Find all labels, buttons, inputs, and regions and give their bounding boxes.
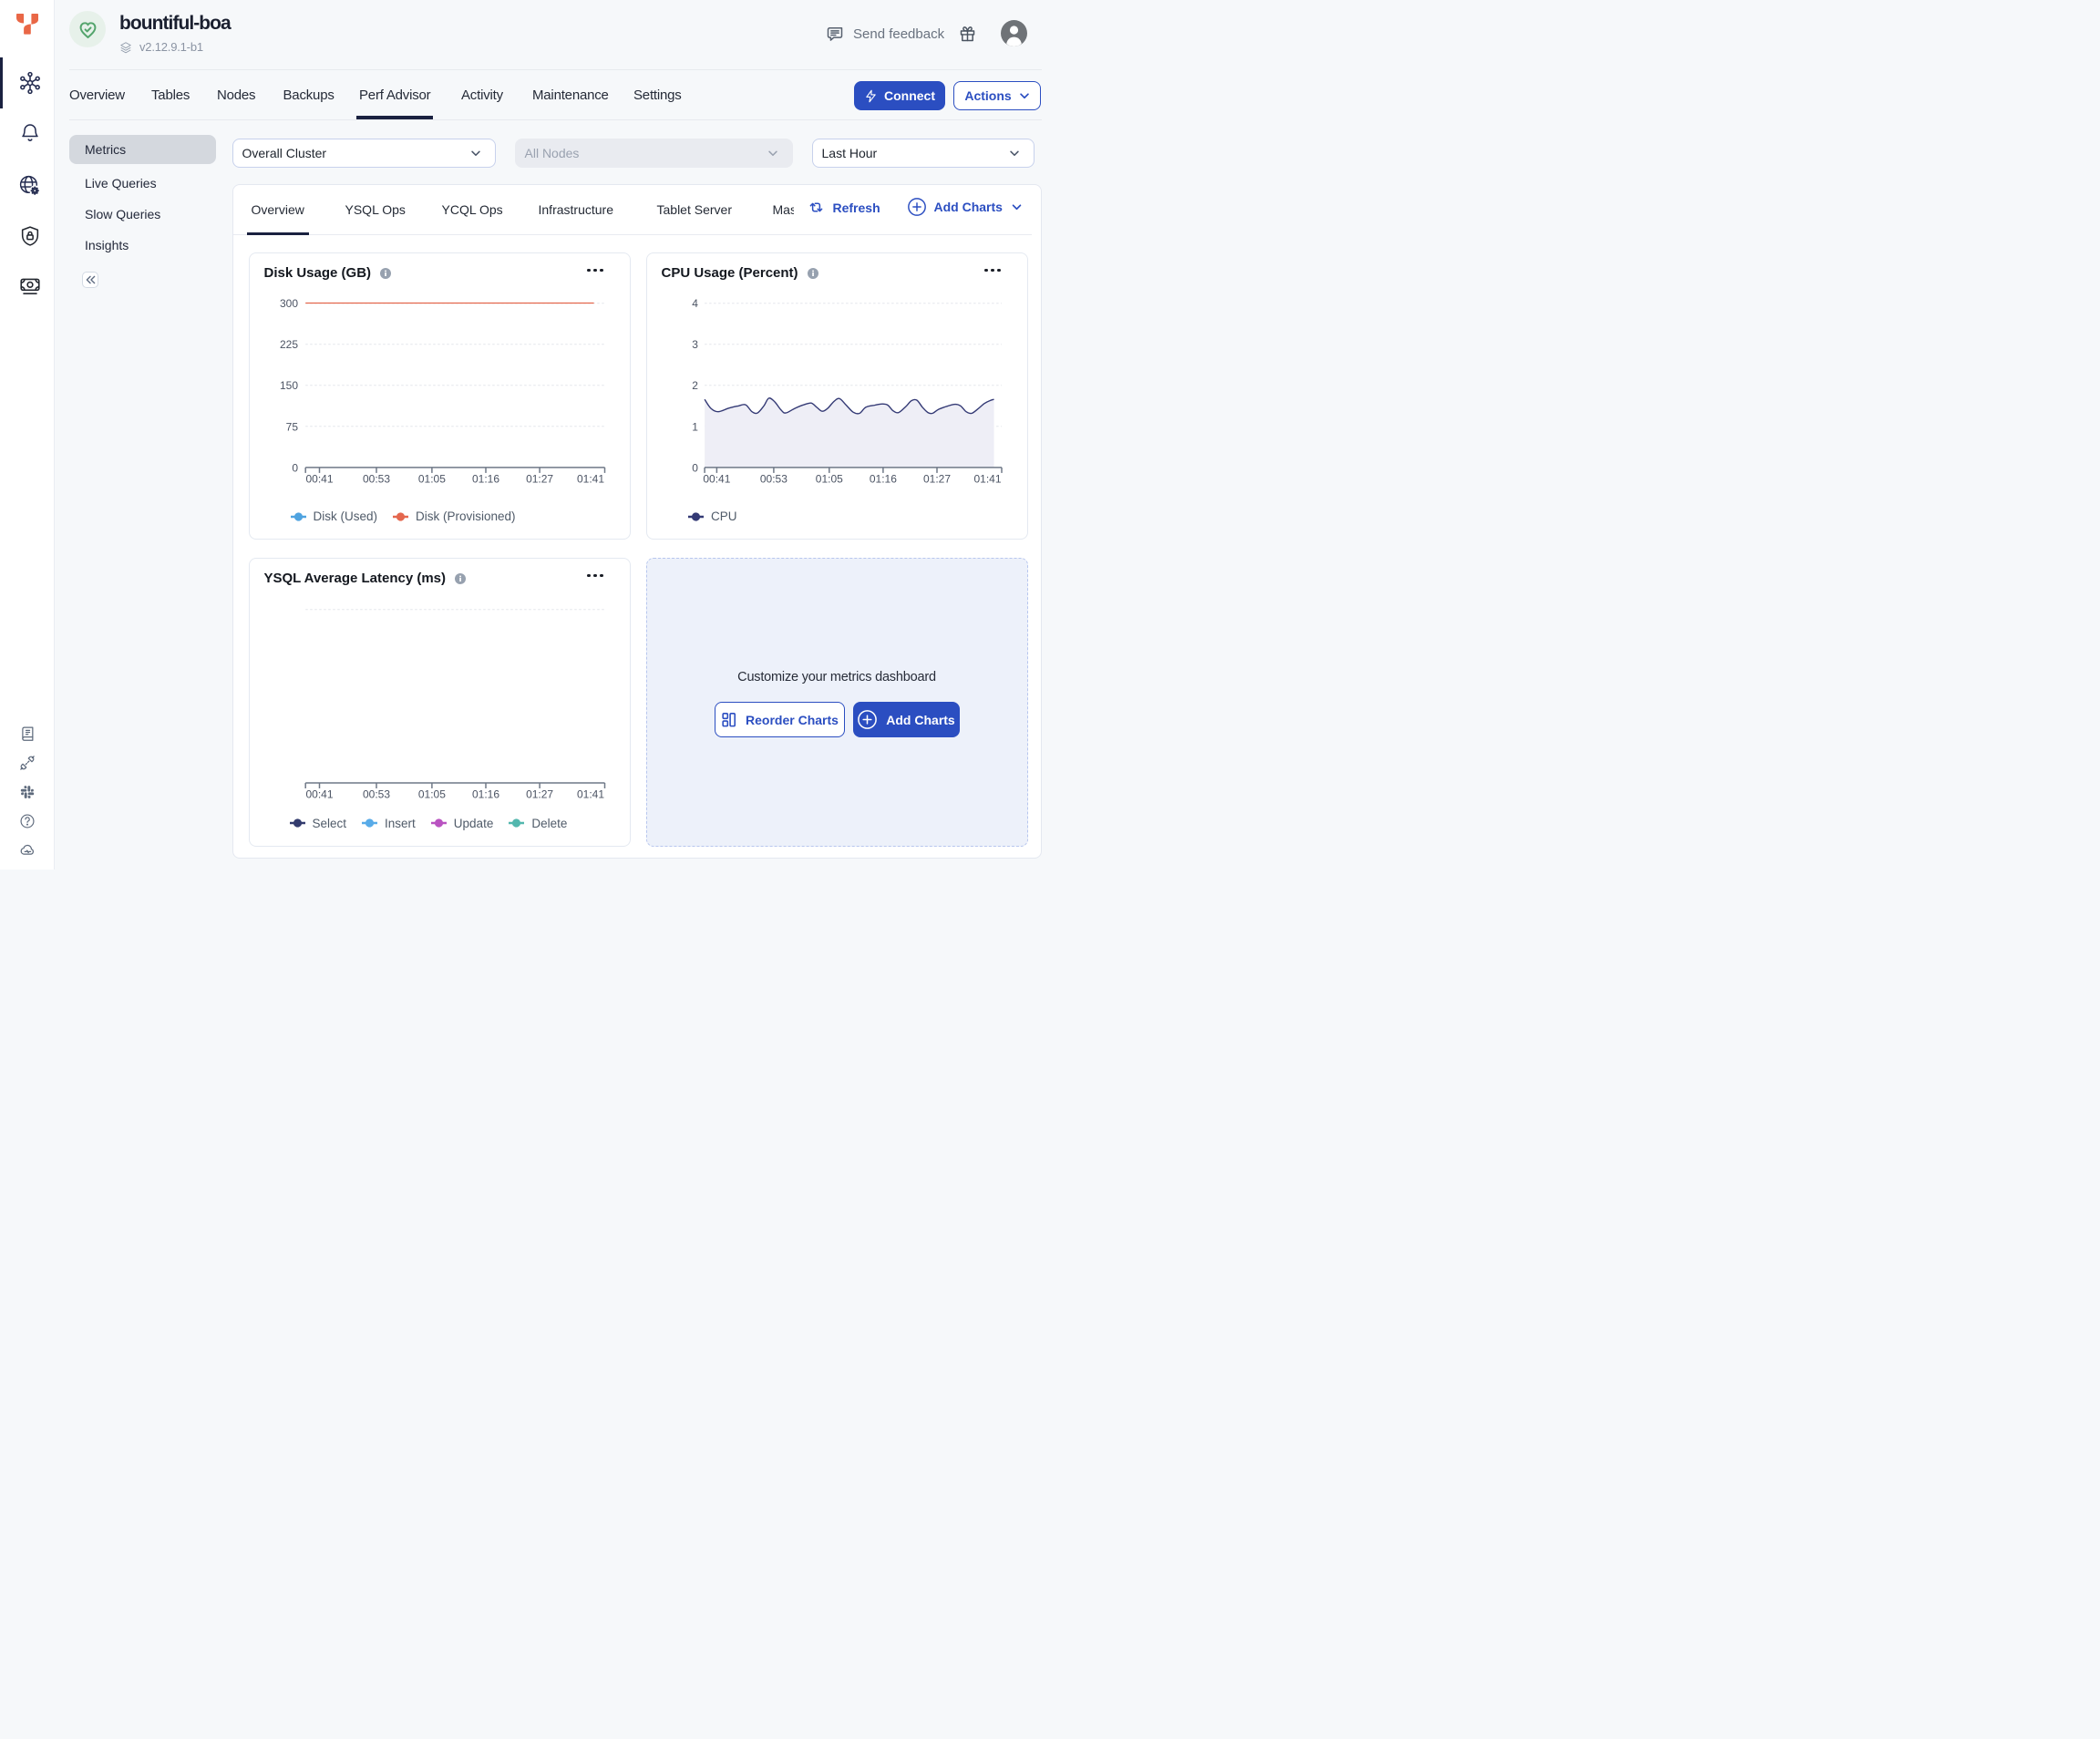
svg-text:01:05: 01:05 <box>417 788 445 801</box>
svg-text:01:27: 01:27 <box>922 472 950 485</box>
svg-text:3: 3 <box>692 338 698 351</box>
svg-text:75: 75 <box>285 420 298 433</box>
svg-text:01:27: 01:27 <box>526 788 553 801</box>
svg-text:01:05: 01:05 <box>815 472 842 485</box>
svg-text:00:41: 00:41 <box>305 788 333 801</box>
svg-text:01:41: 01:41 <box>576 472 603 485</box>
svg-text:01:16: 01:16 <box>471 472 499 485</box>
svg-text:1: 1 <box>692 420 698 433</box>
svg-text:4: 4 <box>692 297 698 310</box>
svg-text:01:41: 01:41 <box>973 472 1001 485</box>
svg-text:01:41: 01:41 <box>576 788 603 801</box>
svg-text:01:27: 01:27 <box>526 472 553 485</box>
svg-text:01:05: 01:05 <box>417 472 445 485</box>
svg-text:150: 150 <box>279 379 297 392</box>
svg-text:00:41: 00:41 <box>305 472 333 485</box>
svg-text:0: 0 <box>692 461 698 474</box>
svg-text:0: 0 <box>292 461 298 474</box>
svg-text:225: 225 <box>279 338 297 351</box>
svg-text:00:53: 00:53 <box>362 472 389 485</box>
svg-text:300: 300 <box>279 297 297 310</box>
svg-text:00:41: 00:41 <box>703 472 730 485</box>
svg-text:2: 2 <box>692 379 698 392</box>
svg-text:00:53: 00:53 <box>759 472 787 485</box>
svg-text:01:16: 01:16 <box>869 472 896 485</box>
svg-text:00:53: 00:53 <box>362 788 389 801</box>
svg-text:01:16: 01:16 <box>471 788 499 801</box>
